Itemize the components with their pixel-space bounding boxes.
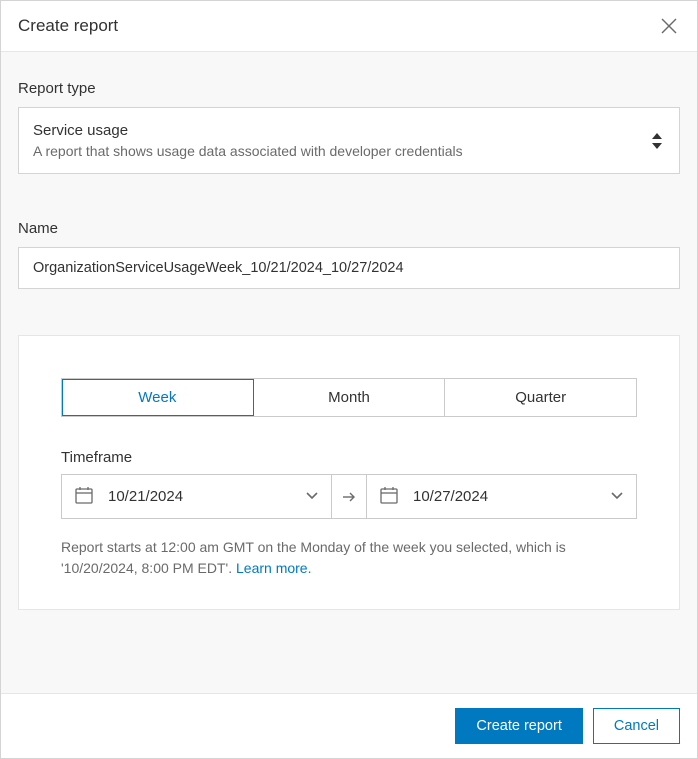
create-report-button[interactable]: Create report xyxy=(455,708,582,744)
learn-more-link[interactable]: Learn more. xyxy=(236,560,311,576)
report-type-select[interactable]: Service usage A report that shows usage … xyxy=(18,107,680,174)
close-icon xyxy=(660,17,678,35)
end-date-picker[interactable]: 10/27/2024 xyxy=(367,475,636,518)
date-range-arrow xyxy=(331,475,367,518)
create-report-dialog: Create report Report type Service usage … xyxy=(0,0,698,759)
dialog-footer: Create report Cancel xyxy=(1,693,697,758)
dialog-body: Report type Service usage A report that … xyxy=(1,52,697,693)
dialog-header: Create report xyxy=(1,1,697,52)
report-type-selected-description: A report that shows usage data associate… xyxy=(33,143,631,159)
date-range: 10/21/2024 10/27/2024 xyxy=(61,474,637,519)
period-tab-week[interactable]: Week xyxy=(62,379,254,416)
help-text-body: Report starts at 12:00 am GMT on the Mon… xyxy=(61,539,566,576)
timeframe-label: Timeframe xyxy=(61,449,637,466)
calendar-icon xyxy=(379,485,399,508)
dialog-title: Create report xyxy=(18,16,118,36)
end-date-value: 10/27/2024 xyxy=(413,488,596,505)
start-date-value: 10/21/2024 xyxy=(108,488,291,505)
close-button[interactable] xyxy=(658,15,680,37)
name-label: Name xyxy=(18,220,680,237)
select-stepper-icon xyxy=(651,132,663,150)
start-date-picker[interactable]: 10/21/2024 xyxy=(62,475,331,518)
chevron-down-icon xyxy=(610,488,624,505)
calendar-icon xyxy=(74,485,94,508)
chevron-down-icon xyxy=(305,488,319,505)
period-tab-quarter[interactable]: Quarter xyxy=(445,379,636,416)
timeframe-help-text: Report starts at 12:00 am GMT on the Mon… xyxy=(61,537,637,579)
period-segmented-control: Week Month Quarter xyxy=(61,378,637,417)
timeframe-panel: Week Month Quarter Timeframe 10/21/2024 xyxy=(18,335,680,610)
report-type-selected-title: Service usage xyxy=(33,122,631,139)
report-type-label: Report type xyxy=(18,80,680,97)
name-input[interactable] xyxy=(18,247,680,289)
cancel-button[interactable]: Cancel xyxy=(593,708,680,744)
period-tab-month[interactable]: Month xyxy=(254,379,446,416)
